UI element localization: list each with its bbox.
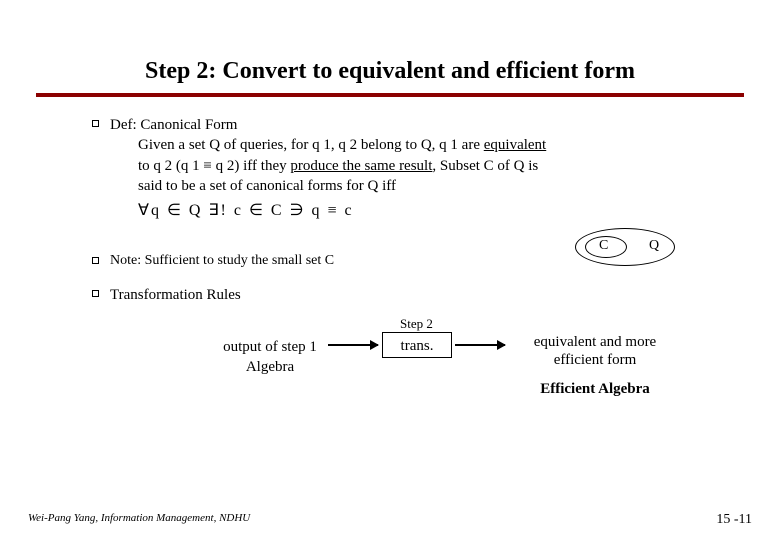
arrow-icon	[455, 344, 505, 346]
text: Given a set Q of queries, for q 1, q 2 b…	[138, 137, 484, 153]
text: efficient form	[554, 352, 637, 368]
label-c: C	[599, 238, 608, 254]
text: Transformation Rules	[110, 287, 241, 303]
text: Algebra	[246, 359, 294, 375]
equiv-symbol: ≡	[203, 158, 211, 174]
label-q: Q	[649, 238, 659, 254]
text: said to be a set of canonical forms for …	[138, 178, 396, 194]
text: output of step 1	[223, 339, 317, 355]
footer-author: Wei-Pang Yang, Information Management, N…	[28, 512, 250, 528]
text: to q 2 (q 1	[138, 158, 203, 174]
slide-title: Step 2: Convert to equivalent and effici…	[0, 0, 780, 93]
text: equivalent and more	[534, 334, 656, 350]
slide: Step 2: Convert to equivalent and effici…	[0, 0, 780, 540]
bullet-icon	[92, 290, 99, 297]
text-underline: equivalent	[484, 137, 546, 153]
bullet-icon	[92, 257, 99, 264]
bullet-transformation-rules: Transformation Rules	[110, 285, 695, 305]
page-number: 15 -11	[716, 512, 752, 528]
trans-box: trans.	[382, 332, 452, 358]
arrow-icon	[328, 344, 378, 346]
text: Note: Sufficient to study the small set …	[110, 253, 334, 268]
bullet-icon	[92, 120, 99, 127]
bullet-canonical-form: Def: Canonical Form Given a set Q of que…	[110, 115, 695, 220]
text-underline: produce the same result	[290, 158, 432, 174]
bullet-body: Given a set Q of queries, for q 1, q 2 b…	[110, 135, 695, 196]
bullet-heading: Def: Canonical Form	[110, 117, 237, 133]
flow-diagram: Step 2 output of step 1 Algebra trans. e…	[110, 315, 695, 385]
flow-output: output of step 1 Algebra	[215, 337, 325, 378]
text: , Subset C of Q is	[432, 158, 538, 174]
set-diagram: C Q	[575, 228, 675, 268]
flow-equivalent: equivalent and more efficient form	[510, 333, 680, 369]
step2-label: Step 2	[400, 315, 433, 333]
efficient-algebra-label: Efficient Algebra	[510, 379, 680, 399]
footer: Wei-Pang Yang, Information Management, N…	[28, 512, 752, 528]
formula: ∀q ∈ Q ∃! c ∈ C ∋ q ≡ c	[138, 200, 695, 220]
text: q 2) iff they	[212, 158, 290, 174]
